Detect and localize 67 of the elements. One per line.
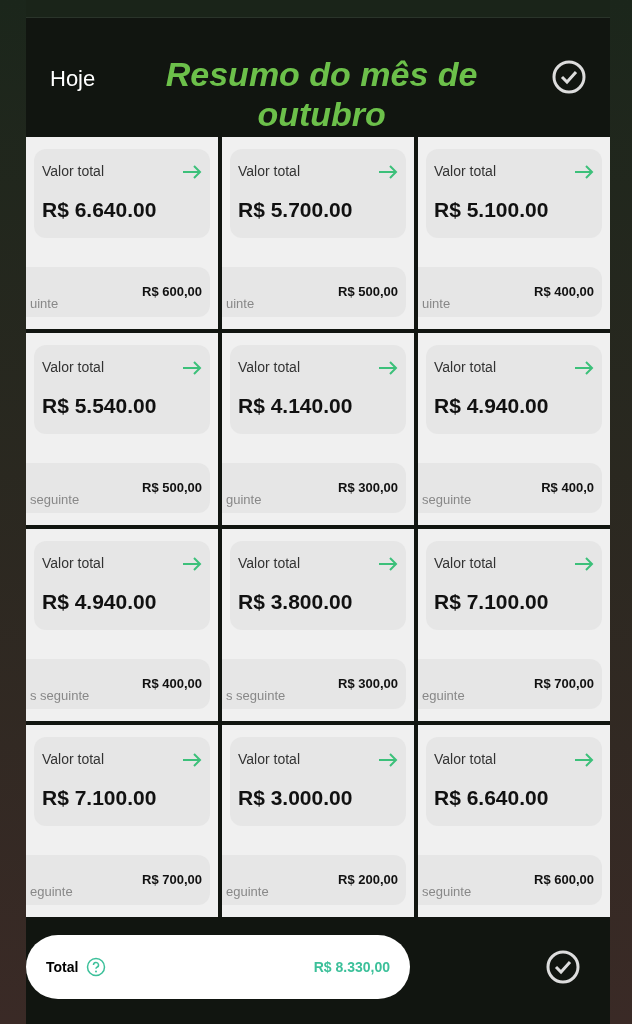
arrow-icon[interactable] bbox=[378, 752, 398, 767]
title: Resumo do mês de outubro bbox=[164, 54, 479, 134]
card-label: Valor total bbox=[238, 162, 300, 181]
arrow-icon[interactable] bbox=[574, 164, 594, 179]
total-amount: R$ 5.100.00 bbox=[434, 197, 550, 223]
total-amount: R$ 7.100.00 bbox=[42, 785, 158, 811]
arrow-icon[interactable] bbox=[574, 556, 594, 571]
card-note: seguinte bbox=[422, 490, 472, 509]
card-note: eguinte bbox=[422, 686, 465, 705]
card-note: uinte bbox=[226, 294, 255, 313]
card-value: R$ 700,00 bbox=[142, 870, 202, 889]
card-label: Valor total bbox=[42, 554, 104, 573]
total-amount: R$ 3.800.00 bbox=[238, 589, 354, 615]
card-value: R$ 500,00 bbox=[338, 282, 398, 301]
total-amount: R$ 6.640.00 bbox=[434, 785, 550, 811]
arrow-icon[interactable] bbox=[182, 752, 202, 767]
card-note: eguinte bbox=[226, 882, 269, 901]
today-label: Hoje bbox=[50, 65, 96, 93]
arrow-icon[interactable] bbox=[182, 164, 202, 179]
arrow-icon[interactable] bbox=[378, 360, 398, 375]
card-value: R$ 600,00 bbox=[142, 282, 202, 301]
arrow-icon[interactable] bbox=[574, 752, 594, 767]
card-label: Valor total bbox=[434, 554, 496, 573]
arrow-icon[interactable] bbox=[182, 556, 202, 571]
card-label: Valor total bbox=[434, 750, 496, 769]
card-value: R$ 300,00 bbox=[338, 478, 398, 497]
check-icon[interactable] bbox=[546, 950, 580, 984]
arrow-icon[interactable] bbox=[574, 360, 594, 375]
card-note: seguinte bbox=[422, 882, 472, 901]
total-amount: R$ 5.700.00 bbox=[238, 197, 354, 223]
help-icon[interactable] bbox=[86, 957, 107, 977]
total-amount: R$ 6.640.00 bbox=[42, 197, 158, 223]
card-note: uinte bbox=[30, 294, 59, 313]
card-value: R$ 400,00 bbox=[142, 674, 202, 693]
card-note: seguinte bbox=[30, 490, 80, 509]
total-amount: R$ 5.540.00 bbox=[42, 393, 158, 419]
total-label: Total bbox=[46, 957, 79, 977]
total-amount: R$ 3.000.00 bbox=[238, 785, 354, 811]
card-note: s seguinte bbox=[30, 686, 90, 705]
total-amount: R$ 4.940.00 bbox=[42, 589, 158, 615]
card-label: Valor total bbox=[434, 162, 496, 181]
arrow-icon[interactable] bbox=[378, 556, 398, 571]
card-value: R$ 600,00 bbox=[534, 870, 594, 889]
total-amount: R$ 4.140.00 bbox=[238, 393, 354, 419]
card-value: R$ 400,0 bbox=[541, 478, 594, 497]
check-icon[interactable] bbox=[552, 60, 586, 94]
card-label: Valor total bbox=[238, 358, 300, 377]
card-value: R$ 200,00 bbox=[338, 870, 398, 889]
card-note: guinte bbox=[226, 490, 262, 509]
card-note: eguinte bbox=[30, 882, 73, 901]
card-note: uinte bbox=[422, 294, 451, 313]
arrow-icon[interactable] bbox=[378, 164, 398, 179]
card-label: Valor total bbox=[42, 750, 104, 769]
card-label: Valor total bbox=[42, 162, 104, 181]
total-amount: R$ 7.100.00 bbox=[434, 589, 550, 615]
total-amount: R$ 4.940.00 bbox=[434, 393, 550, 419]
card-label: Valor total bbox=[238, 750, 300, 769]
card-value: R$ 400,00 bbox=[534, 282, 594, 301]
card-value: R$ 700,00 bbox=[534, 674, 594, 693]
card-value: R$ 500,00 bbox=[142, 478, 202, 497]
total-amount: R$ 8.330,00 bbox=[313, 957, 390, 977]
arrow-icon[interactable] bbox=[182, 360, 202, 375]
card-label: Valor total bbox=[238, 554, 300, 573]
card-label: Valor total bbox=[434, 358, 496, 377]
card-value: R$ 300,00 bbox=[338, 674, 398, 693]
card-note: s seguinte bbox=[226, 686, 286, 705]
card-label: Valor total bbox=[42, 358, 104, 377]
